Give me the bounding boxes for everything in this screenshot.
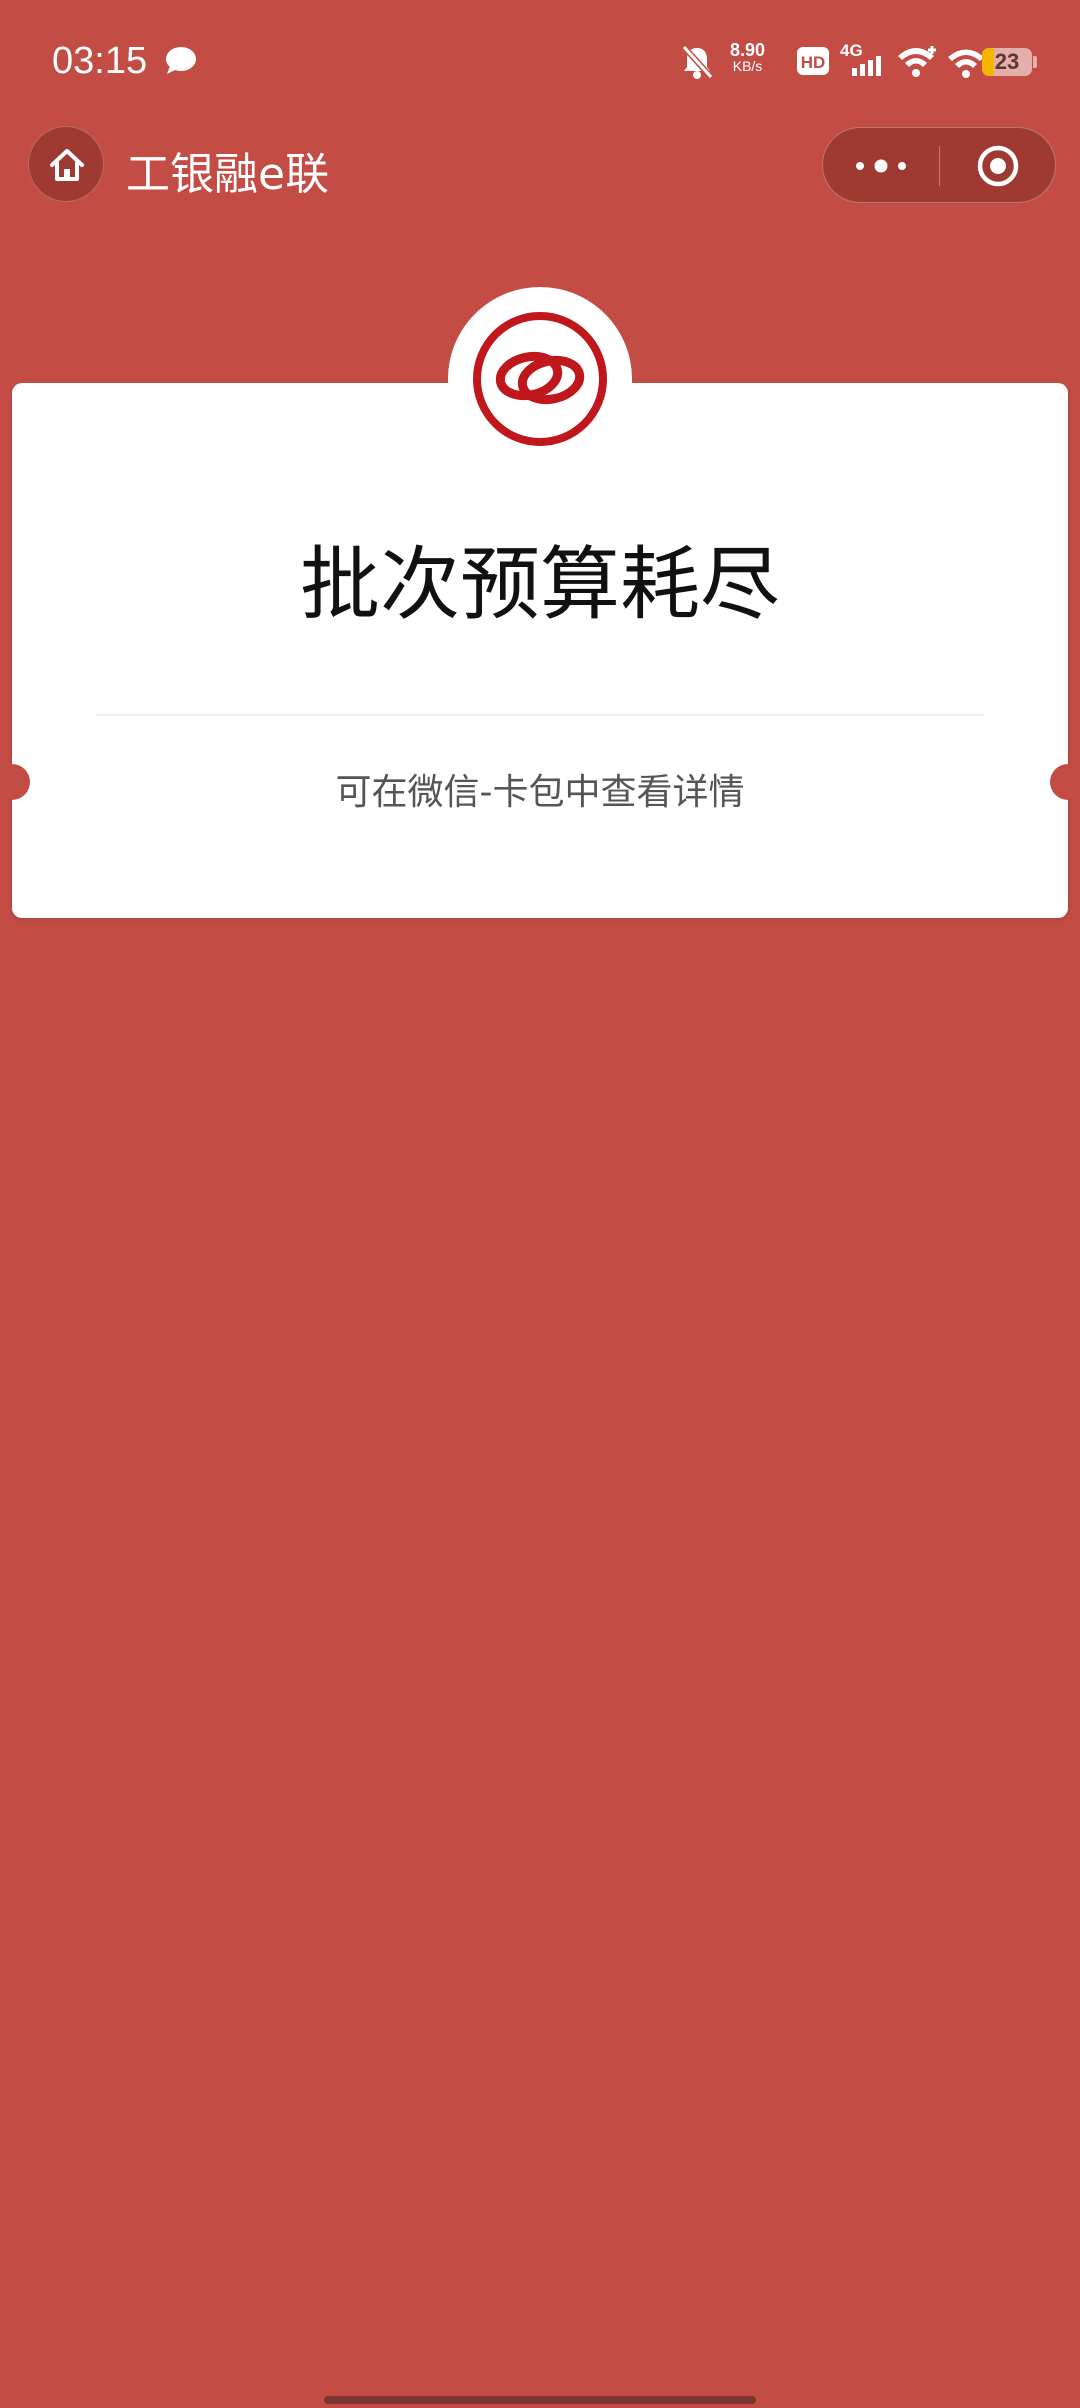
network-speed: 8.90 KB/s <box>730 40 766 74</box>
status-icons: 8.90 KB/s HD 4G 23 <box>600 40 1080 86</box>
signal-label: 4G <box>840 41 863 60</box>
wifi-icon <box>946 46 986 84</box>
target-close-icon <box>977 145 1019 187</box>
battery-level: 23 <box>994 49 1020 74</box>
mute-bell-icon <box>680 44 714 84</box>
mini-program-capsule <box>822 127 1056 203</box>
card-subtitle: 可在微信-卡包中查看详情 <box>335 772 745 813</box>
chat-icon <box>164 46 198 76</box>
battery-tip <box>1033 56 1037 68</box>
more-dots-icon <box>856 159 906 173</box>
card-title: 批次预算耗尽 <box>300 538 780 631</box>
status-bar: 03:15 8.90 KB/s HD 4G 23 <box>0 0 1080 120</box>
page-title: 工银融e联 <box>126 149 330 200</box>
home-icon <box>50 149 84 181</box>
screen: 03:15 8.90 KB/s HD 4G 23 工银融e联 批次预算耗尽 可在… <box>0 0 1080 2408</box>
hd-label: HD <box>801 53 826 72</box>
card-divider <box>96 714 984 716</box>
hd-icon: HD <box>796 46 830 80</box>
logo-badge <box>448 287 632 471</box>
home-button[interactable] <box>28 126 104 202</box>
close-button[interactable] <box>940 128 1055 202</box>
wifi-plus-icon <box>896 44 940 84</box>
battery-icon: 23 <box>982 48 1032 76</box>
icbc-rings-logo <box>473 312 607 446</box>
network-speed-value: 8.90 <box>730 40 766 60</box>
network-speed-unit: KB/s <box>732 58 763 74</box>
signal-4g-icon: 4G <box>838 40 888 84</box>
status-time: 03:15 <box>52 40 148 82</box>
more-button[interactable] <box>823 128 939 202</box>
home-indicator[interactable] <box>324 2396 756 2404</box>
